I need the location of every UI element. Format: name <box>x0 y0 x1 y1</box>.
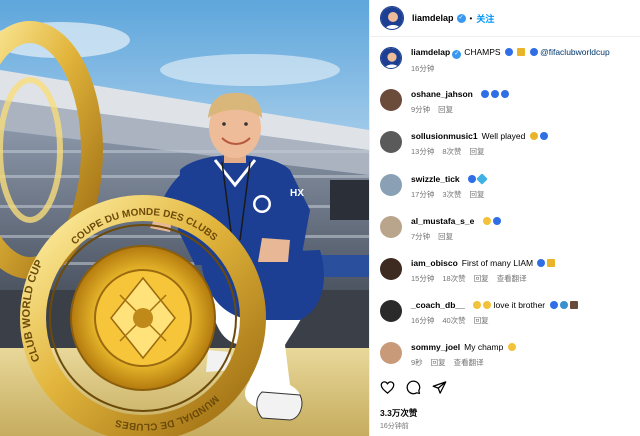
blue-heart-icon <box>549 301 558 309</box>
blue-heart-icon <box>501 90 510 98</box>
comment-text: love it brother <box>493 300 546 310</box>
reply-button[interactable]: 回复 <box>431 358 446 367</box>
reply-button[interactable]: 回复 <box>470 190 485 199</box>
username[interactable]: liamdelap <box>412 13 454 23</box>
heart-eyes-icon <box>473 301 482 309</box>
comment-text: First of many LIAM <box>461 258 534 268</box>
trophy-icon <box>547 259 556 267</box>
comment-time: 7分钟 <box>411 232 431 241</box>
post-side-panel: liamdelap ✓ • 关注 liamdelap ✓ CHAMPS @fif… <box>369 0 640 436</box>
comment-time: 9分钟 <box>411 105 431 114</box>
comment-item: oshane_jahson 9分钟 回复 <box>380 88 635 115</box>
post-photo[interactable]: HX CLUB WORLD CUP COUPE DU MONDE DES CLU… <box>0 0 369 436</box>
avatar[interactable] <box>380 6 404 30</box>
avatar[interactable] <box>380 342 402 364</box>
comment-time: 16分钟 <box>411 316 435 325</box>
comment-bubble-icon[interactable] <box>406 380 421 395</box>
comment-time: 17分钟 <box>411 190 435 199</box>
clap-icon <box>529 132 538 140</box>
blue-heart-icon <box>537 259 546 267</box>
comment-item: al_mustafa_s_e 7分钟 回复 <box>380 215 635 242</box>
comment-username[interactable]: iam_obisco <box>411 258 458 268</box>
separator-dot: • <box>469 13 473 23</box>
blue-heart-icon <box>492 217 501 225</box>
comment-item: iam_obisco First of many LIAM 15分钟 18次赞 回复查… <box>380 257 635 284</box>
caption-username[interactable]: liamdelap <box>411 47 450 57</box>
avatar[interactable] <box>380 216 402 238</box>
avatar[interactable] <box>380 174 402 196</box>
reply-button[interactable]: 回复 <box>438 232 453 241</box>
follow-button[interactable]: 关注 <box>476 12 494 25</box>
see-translation-button[interactable]: 查看翻译 <box>454 358 484 367</box>
blue-heart-icon <box>481 90 490 98</box>
comment-text: Well played <box>481 131 526 141</box>
comment-time: 15分钟 <box>411 274 435 283</box>
comment-item: _coach_db__ love it brother 16分钟 40次赞 回复 <box>380 299 635 326</box>
heart-eyes-icon <box>482 217 491 225</box>
post-image: HX CLUB WORLD CUP COUPE DU MONDE DES CLU… <box>0 0 369 436</box>
blue-heart-icon <box>529 48 538 56</box>
comment-username[interactable]: swizzle_tick <box>411 174 460 184</box>
post-header: liamdelap ✓ • 关注 <box>370 0 640 37</box>
comment-username[interactable]: sollusionmusic1 <box>411 131 478 141</box>
share-send-icon[interactable] <box>432 380 447 395</box>
comment-likes[interactable]: 8次赞 <box>442 147 461 156</box>
shirt-sponsor: HX <box>290 188 304 199</box>
likes-count[interactable]: 3.3万次赞 <box>380 407 417 419</box>
blue-heart-icon <box>468 175 477 183</box>
see-translation-button[interactable]: 查看翻译 <box>497 274 527 283</box>
comment-item: sommy_joel My champ 9秒 回复 查看翻译 <box>380 341 635 368</box>
reply-button[interactable]: 回复 <box>474 316 489 325</box>
trophy-icon <box>517 48 526 56</box>
avatar[interactable] <box>380 300 402 322</box>
comment-likes[interactable]: 3次赞 <box>442 190 461 199</box>
globe-icon <box>559 301 568 309</box>
comment-username[interactable]: oshane_jahson <box>411 89 473 99</box>
avatar[interactable] <box>380 258 402 280</box>
comment-item: swizzle_tick 17分钟 3次赞 回复 <box>380 173 635 200</box>
verified-badge-icon: ✓ <box>452 50 462 59</box>
comment-username[interactable]: _coach_db__ <box>411 300 465 310</box>
avatar[interactable] <box>380 131 402 153</box>
blue-heart-icon <box>504 48 513 56</box>
reply-button[interactable]: 回复 <box>438 105 453 114</box>
flag-icon <box>569 301 578 309</box>
like-heart-icon[interactable] <box>380 380 395 395</box>
comment-username[interactable]: sommy_joel <box>411 342 460 352</box>
reply-button[interactable]: 回复 <box>474 274 489 283</box>
action-bar <box>380 380 447 395</box>
verified-badge-icon: ✓ <box>456 13 466 23</box>
comment-text: My champ <box>464 342 504 352</box>
comment-time: 9秒 <box>411 358 423 367</box>
post-time: 16分钟前 <box>380 423 409 430</box>
blue-diamond-icon <box>476 173 488 185</box>
avatar[interactable] <box>380 47 402 69</box>
caption-mention[interactable]: @fifaclubworldcup <box>540 47 610 57</box>
comment-likes[interactable]: 18次赞 <box>442 274 465 283</box>
comments-list[interactable]: liamdelap ✓ CHAMPS @fifaclubworldcup 16分钟 … <box>370 40 640 370</box>
comment-item: sollusionmusic1 Well played 13分钟 8次赞 回复 <box>380 130 635 157</box>
caption: liamdelap ✓ CHAMPS @fifaclubworldcup 16分钟 <box>380 46 635 74</box>
heart-eyes-icon <box>507 343 516 351</box>
blue-heart-icon <box>491 90 500 98</box>
blue-heart-icon <box>539 132 548 140</box>
avatar-image <box>381 48 401 68</box>
reply-button[interactable]: 回复 <box>470 147 485 156</box>
avatar-image <box>381 7 403 29</box>
caption-text: CHAMPS <box>464 47 501 57</box>
avatar[interactable] <box>380 89 402 111</box>
heart-eyes-icon <box>483 301 492 309</box>
comment-likes[interactable]: 40次赞 <box>442 316 465 325</box>
comment-time: 13分钟 <box>411 147 435 156</box>
comment-username[interactable]: al_mustafa_s_e <box>411 216 474 226</box>
caption-time: 16分钟 <box>411 64 435 73</box>
